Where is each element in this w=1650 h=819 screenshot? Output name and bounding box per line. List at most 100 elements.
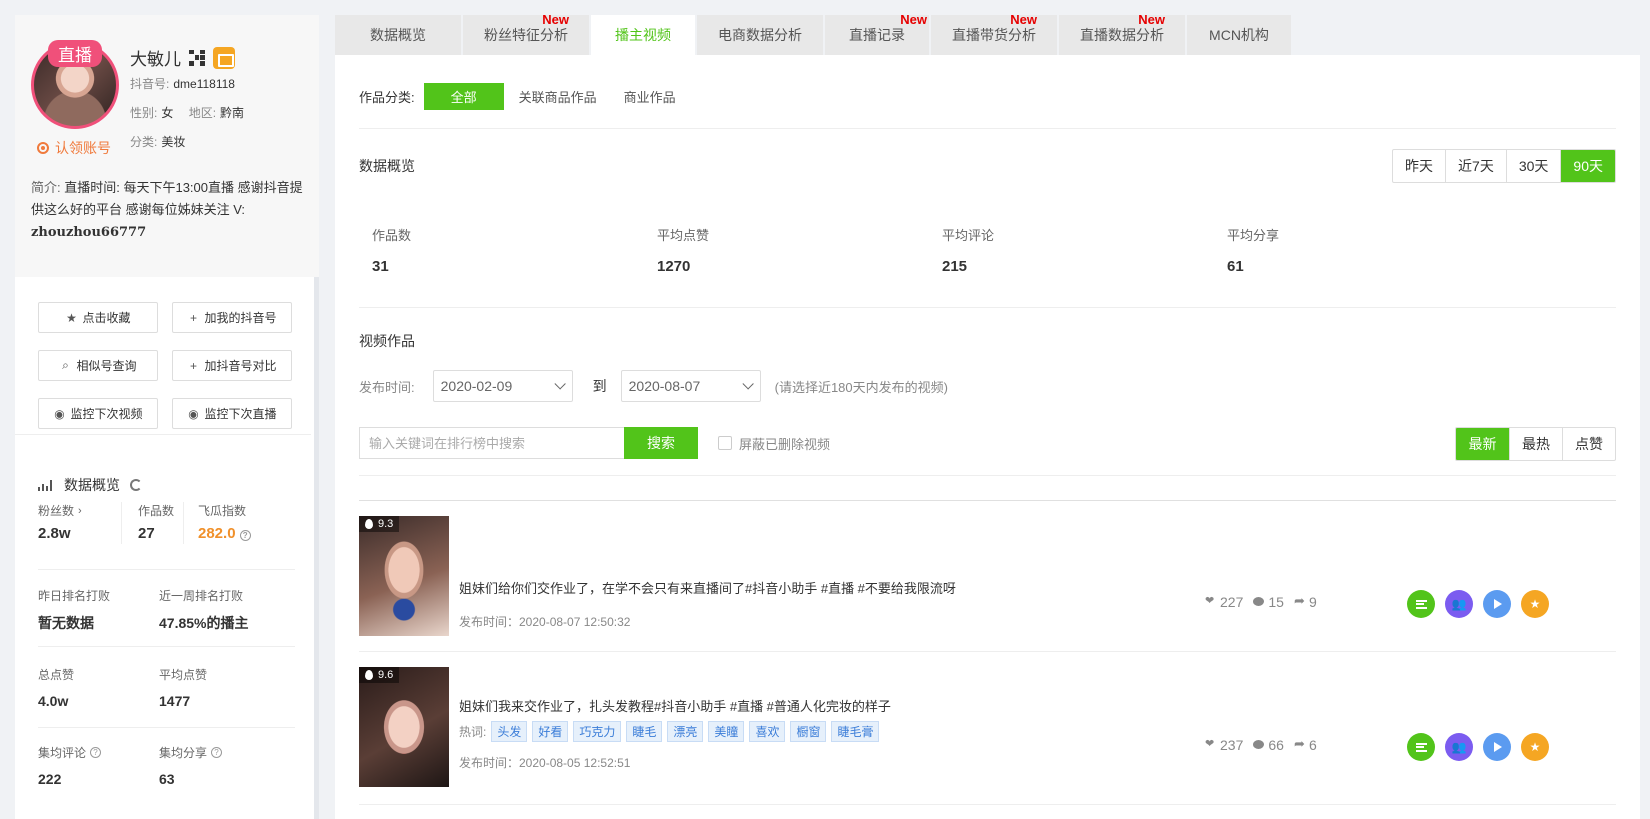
hot-word-tag[interactable]: 美瞳	[708, 721, 745, 742]
date-from-select[interactable]: 2020-02-09	[432, 370, 573, 402]
tab-data-overview[interactable]: 数据概览	[335, 15, 461, 55]
heart-icon	[1205, 594, 1217, 608]
favorite-video-button[interactable]: ★	[1521, 733, 1549, 761]
sidebar-scrollbar[interactable]	[314, 277, 319, 819]
comment-icon	[1253, 739, 1265, 751]
avatar-wrap[interactable]: 直播	[31, 40, 119, 129]
play-button[interactable]	[1483, 733, 1511, 761]
tab-live-sales-analysis[interactable]: 直播带货分析 New	[931, 12, 1057, 55]
tab-live-records[interactable]: 直播记录 New	[825, 12, 929, 55]
filter-commercial[interactable]: 商业作品	[612, 83, 691, 110]
video-row[interactable]: 9.6 姐妹们我来交作业了，扎头发教程#抖音小助手 #直播 #普通人化完妆的样子…	[359, 652, 1616, 805]
list-icon	[1415, 742, 1427, 752]
douyin-id-line: 抖音号: dme118118	[130, 75, 235, 92]
hot-word-tag[interactable]: 喜欢	[749, 721, 786, 742]
region: 黔南	[220, 106, 245, 120]
kpi-label: 平均分享	[1227, 228, 1280, 243]
star-icon: ★	[1529, 597, 1541, 611]
hide-deleted-toggle[interactable]: 屏蔽已删除视频	[718, 434, 830, 453]
video-time: 发布时间：2020-08-05 12:52:51	[459, 756, 631, 770]
help-icon[interactable]: ?	[90, 747, 102, 758]
chevron-down-icon	[554, 378, 566, 390]
video-row[interactable]: 9.3 姐妹们给你们交作业了，在学不会只有来直播间了#抖音小助手 #直播 #不要…	[359, 501, 1616, 652]
users-icon: 👥	[1451, 740, 1467, 754]
audience-button[interactable]: 👥	[1445, 733, 1473, 761]
filter-all[interactable]: 全部	[423, 83, 504, 110]
hot-word-tag[interactable]: 橱窗	[790, 721, 827, 742]
intro-wechat: zhouzhou66777	[31, 225, 147, 240]
avg-comments-label: 集均评论	[38, 746, 87, 760]
category-line: 分类: 美妆	[130, 133, 185, 150]
hot-word-tag[interactable]: 巧克力	[573, 721, 622, 742]
similar-search-button[interactable]: ⌕ 相似号查询	[38, 350, 158, 381]
tab-label: 播主视频	[615, 27, 671, 43]
sort-likes[interactable]: 点赞	[1562, 428, 1615, 460]
play-button[interactable]	[1483, 590, 1511, 618]
monitor-video-button[interactable]: ◉ 监控下次视频	[38, 398, 158, 429]
play-icon	[1494, 599, 1502, 609]
shop-icon[interactable]	[213, 46, 235, 69]
audience-button[interactable]: 👥	[1445, 590, 1473, 618]
favorite-button[interactable]: ★ 点击收藏	[38, 302, 158, 333]
search-input[interactable]	[359, 427, 624, 459]
add-my-account-button[interactable]: + 加我的抖音号	[172, 302, 292, 333]
add-compare-label: 加抖音号对比	[204, 359, 277, 373]
tab-live-data-analysis[interactable]: 直播数据分析 New	[1059, 12, 1185, 55]
chart-icon	[38, 479, 54, 491]
video-thumbnail[interactable]: 9.3	[359, 516, 449, 636]
video-title[interactable]: 姐妹们我来交作业了，扎头发教程#抖音小助手 #直播 #普通人化完妆的样子	[459, 696, 891, 715]
kpi-label: 平均点赞	[657, 228, 710, 243]
video-thumbnail[interactable]: 9.6	[359, 667, 449, 787]
stat-divider	[38, 727, 295, 728]
sort-latest[interactable]: 最新	[1456, 428, 1509, 460]
date-to-select[interactable]: 2020-08-07	[620, 370, 761, 402]
help-icon[interactable]: ?	[211, 747, 223, 758]
date-range: 发布时间: 2020-02-09 到 2020-08-07 (请选择近180天内…	[359, 370, 948, 402]
section-divider	[359, 307, 1616, 308]
monitor-live-button[interactable]: ◉ 监控下次直播	[172, 398, 292, 429]
share-icon	[1294, 593, 1306, 609]
kpi-value: 215	[942, 258, 968, 275]
hot-words-label: 热词:	[459, 725, 487, 739]
claim-account-link[interactable]: 认领账号	[37, 138, 111, 158]
video-title[interactable]: 姐妹们给你们交作业了，在学不会只有来直播间了#抖音小助手 #直播 #不要给我限流…	[459, 578, 956, 597]
tab-fans-analysis[interactable]: 粉丝特征分析 New	[463, 12, 589, 55]
works-label: 作品数	[138, 504, 175, 518]
help-icon[interactable]: ?	[239, 530, 251, 541]
refresh-icon[interactable]	[130, 479, 142, 491]
search-button[interactable]: 搜索	[624, 427, 698, 459]
monitor-live-label: 监控下次直播	[204, 407, 277, 421]
detail-button[interactable]	[1407, 733, 1435, 761]
period-7d[interactable]: 近7天	[1445, 150, 1506, 182]
section-divider	[359, 128, 1616, 129]
video-actions: 👥 ★	[1407, 590, 1549, 618]
avg-comments-stat: 集均评论? 222	[38, 744, 102, 787]
works-value: 27	[138, 525, 155, 542]
filter-product-linked[interactable]: 关联商品作品	[504, 83, 612, 110]
period-90d[interactable]: 90天	[1560, 150, 1615, 182]
hot-word-tag[interactable]: 好看	[532, 721, 569, 742]
search-icon: ⌕	[62, 358, 69, 372]
tab-creator-videos[interactable]: 播主视频	[591, 15, 695, 55]
qr-code-icon[interactable]	[189, 49, 205, 66]
hot-word-tag[interactable]: 睫毛膏	[831, 721, 880, 742]
period-30d[interactable]: 30天	[1505, 150, 1561, 182]
fans-stat[interactable]: 粉丝数 › 2.8w	[38, 502, 82, 542]
date-hint: (请选择近180天内发布的视频)	[774, 379, 948, 395]
favorite-video-button[interactable]: ★	[1521, 590, 1549, 618]
sort-hottest[interactable]: 最热	[1509, 428, 1562, 460]
hot-word-tag[interactable]: 漂亮	[667, 721, 704, 742]
hot-word-tag[interactable]: 头发	[491, 721, 528, 742]
tab-mcn[interactable]: MCN机构	[1187, 15, 1291, 55]
detail-button[interactable]	[1407, 590, 1435, 618]
avg-likes-value: 1477	[159, 693, 191, 709]
hide-deleted-checkbox[interactable]	[718, 436, 732, 450]
hot-word-tag[interactable]: 睫毛	[626, 721, 663, 742]
add-compare-button[interactable]: + 加抖音号对比	[172, 350, 292, 381]
tab-ecommerce-analysis[interactable]: 电商数据分析	[697, 15, 823, 55]
total-likes-label: 总点赞	[38, 668, 75, 682]
stat-separator	[183, 502, 184, 544]
period-yesterday[interactable]: 昨天	[1393, 150, 1445, 182]
eye-icon: ◉	[54, 406, 65, 421]
likes-stat: 237	[1205, 737, 1243, 753]
